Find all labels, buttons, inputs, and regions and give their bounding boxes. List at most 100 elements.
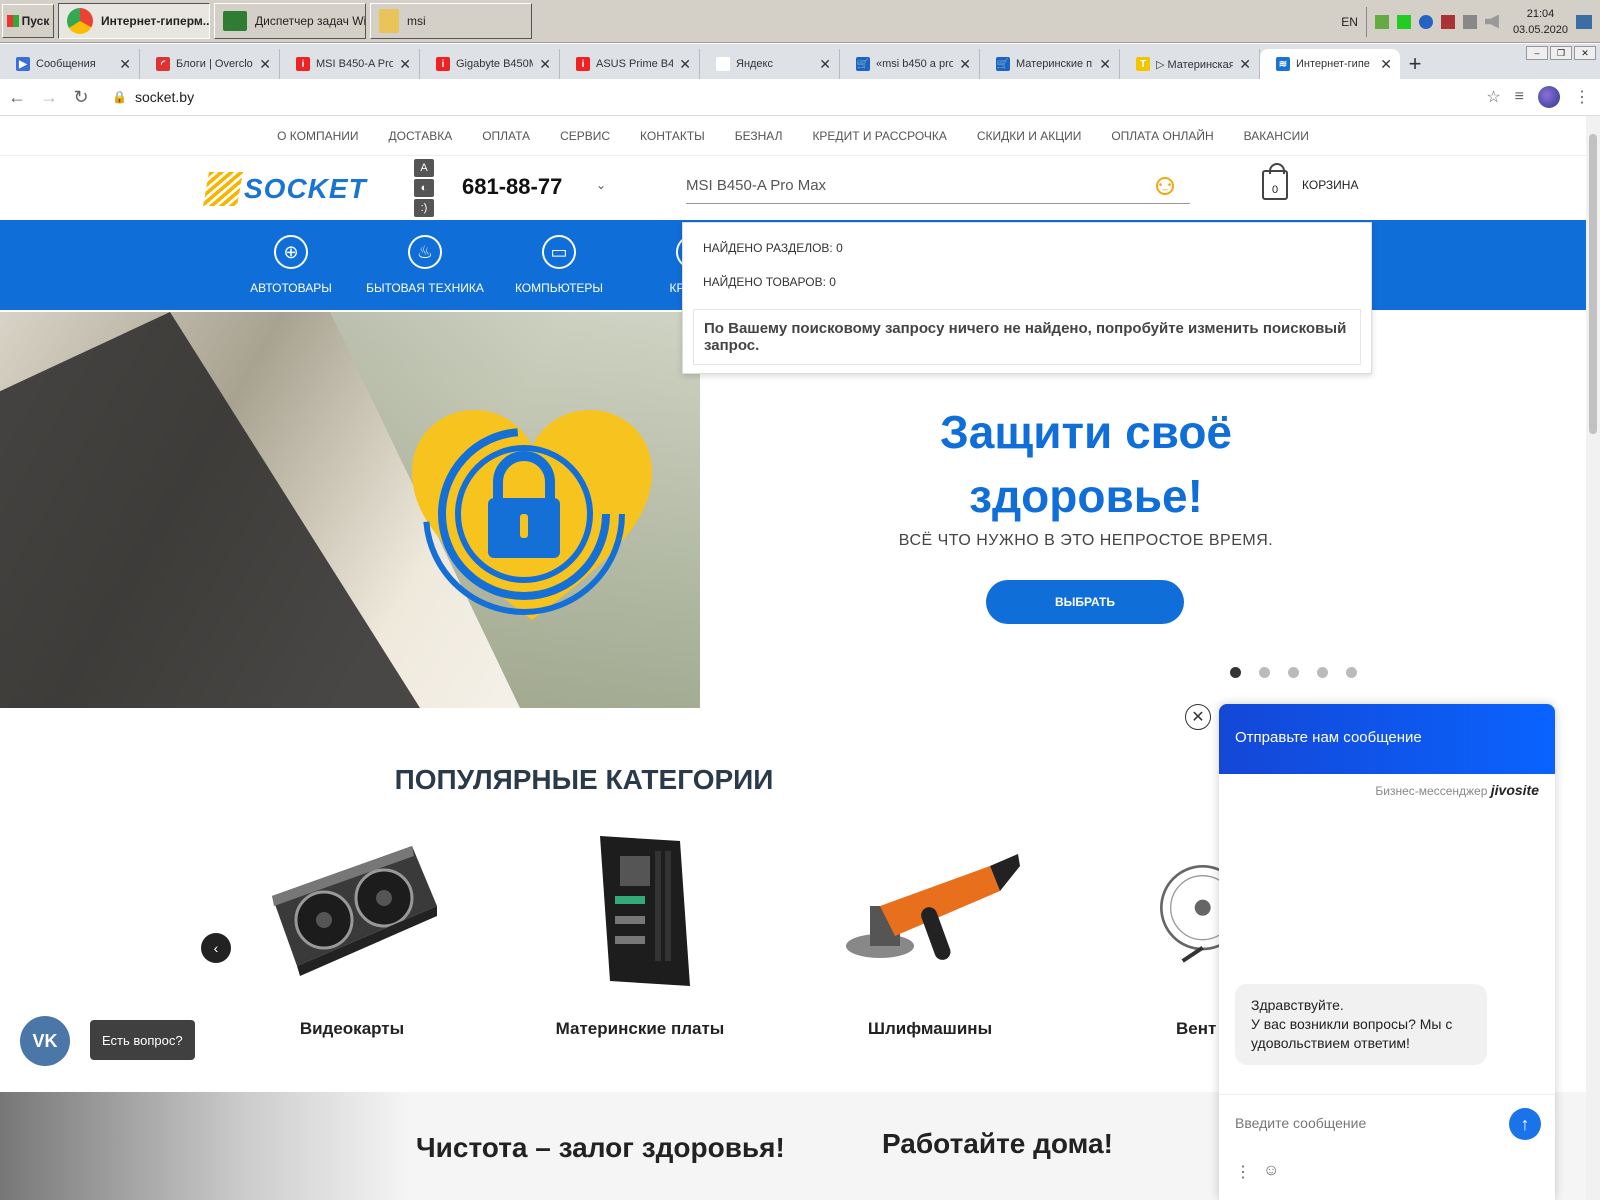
category-nav-item[interactable]: ⊕ АВТОТОВАРЫ	[224, 220, 358, 310]
images-toggle-icon[interactable]: :)	[414, 199, 434, 217]
site-logo[interactable]: SOCKET	[203, 172, 367, 206]
browser-tab[interactable]: 🛒 Материнские п ✕	[980, 49, 1120, 79]
top-menu-link[interactable]: БЕЗНАЛ	[735, 129, 783, 143]
top-menu-link[interactable]: ОПЛАТА ОНЛАЙН	[1111, 129, 1213, 143]
top-menu-link[interactable]: О КОМПАНИИ	[277, 129, 358, 143]
top-menu-link[interactable]: КРЕДИТ И РАССРОЧКА	[812, 129, 946, 143]
tab-close-icon[interactable]: ✕	[819, 56, 831, 73]
top-menu-link[interactable]: ОПЛАТА	[482, 129, 530, 143]
site-header: SOCKET A ◐ :) 681-88-77 ⌄ •_• 0 КОРЗИНА	[0, 156, 1586, 220]
window-controls: – ❐ ✕	[1526, 46, 1596, 60]
taskbar-item-folder[interactable]: msi	[370, 3, 532, 39]
tab-close-icon[interactable]: ✕	[679, 56, 691, 73]
slider-dot[interactable]	[1259, 667, 1270, 678]
slider-dot[interactable]	[1288, 667, 1299, 678]
category-card-gpu[interactable]: Видеокарты	[232, 836, 472, 1039]
show-desktop-icon[interactable]	[1576, 14, 1592, 29]
back-icon[interactable]: ←	[2, 82, 32, 112]
minimize-button[interactable]: –	[1526, 46, 1548, 60]
category-nav-item[interactable]: ♨ БЫТОВАЯ ТЕХНИКА	[358, 220, 492, 310]
profile-avatar[interactable]	[1538, 86, 1560, 108]
vk-icon[interactable]: VK	[20, 1016, 70, 1066]
taskbar-item-chrome[interactable]: Интернет-гиперм...	[58, 3, 210, 39]
emoji-icon[interactable]: ☺	[1263, 1162, 1279, 1182]
page-scrollbar[interactable]	[1586, 116, 1600, 1200]
taskbar-item-task-manager[interactable]: Диспетчер задач Wi...	[214, 3, 366, 39]
no-results-message: По Вашему поисковому запросу ничего не н…	[693, 309, 1361, 365]
tab-close-icon[interactable]: ✕	[1380, 56, 1392, 73]
close-window-button[interactable]: ✕	[1574, 46, 1596, 60]
motherboard-image	[600, 836, 690, 986]
chat-close-button[interactable]: ✕	[1185, 704, 1211, 730]
banner-work-from-home[interactable]: Работайте дома!	[882, 1128, 1113, 1160]
slider-dot[interactable]	[1230, 667, 1241, 678]
contrast-icon[interactable]: ◐	[414, 179, 434, 197]
tab-close-icon[interactable]: ✕	[1239, 56, 1251, 73]
fan-image	[1160, 865, 1220, 963]
send-arrow-icon[interactable]: ↑	[1509, 1108, 1541, 1140]
category-card-motherboards[interactable]: Материнские платы	[520, 836, 760, 1039]
scrollbar-thumb[interactable]	[1589, 134, 1597, 434]
browser-tab[interactable]: i MSI B450-A Pro ✕	[280, 49, 420, 79]
tab-close-icon[interactable]: ✕	[1099, 56, 1111, 73]
tray-app-icon[interactable]	[1374, 14, 1389, 29]
tab-close-icon[interactable]: ✕	[259, 56, 271, 73]
shopping-bag-icon: 0	[1262, 163, 1288, 200]
category-card-grinders[interactable]: Шлифмашины	[810, 836, 1050, 1039]
top-menu-link[interactable]: СКИДКИ И АКЦИИ	[977, 129, 1081, 143]
browser-tab[interactable]: i Gigabyte B450M ✕	[420, 49, 560, 79]
language-indicator[interactable]: EN	[1341, 15, 1358, 29]
chat-brand[interactable]: Бизнес-мессенджер jivosite	[1219, 774, 1555, 806]
slider-dot[interactable]	[1346, 667, 1357, 678]
font-size-icon[interactable]: A	[414, 159, 434, 177]
category-nav-item[interactable]: ▭ КОМПЬЮТЕРЫ	[492, 220, 626, 310]
tray-antivirus-icon[interactable]	[1440, 14, 1455, 29]
lock-icon[interactable]: 🔒	[112, 90, 127, 104]
media-control-icon[interactable]: ≡	[1515, 88, 1524, 106]
reload-icon[interactable]: ↻	[66, 82, 96, 112]
choose-button[interactable]: ВЫБРАТЬ	[986, 580, 1184, 624]
browser-tab[interactable]: Яндекс ✕	[700, 49, 840, 79]
top-menu-link[interactable]: КОНТАКТЫ	[640, 129, 705, 143]
banner-cleanliness[interactable]: Чистота – залог здоровья!	[416, 1132, 785, 1164]
search-input[interactable]	[686, 177, 1156, 194]
browser-tab[interactable]: i ASUS Prime B4 ✕	[560, 49, 700, 79]
slider-dot[interactable]	[1317, 667, 1328, 678]
browser-tab[interactable]: ▶ Сообщения ✕	[0, 49, 140, 79]
chat-message-input[interactable]: Введите сообщение ↑	[1219, 1094, 1555, 1150]
chrome-menu-icon[interactable]: ⋮	[1574, 87, 1590, 107]
top-menu-link[interactable]: СЕРВИС	[560, 129, 610, 143]
address-bar[interactable]: 🔒 socket.by	[104, 82, 1464, 112]
tray-green-icon[interactable]	[1396, 14, 1411, 29]
category-card-fans[interactable]: Вент	[1100, 836, 1220, 1039]
bookmark-star-icon[interactable]: ☆	[1486, 87, 1500, 107]
url-text[interactable]: socket.by	[135, 89, 194, 105]
tab-close-icon[interactable]: ✕	[399, 56, 411, 73]
category-name: Шлифмашины	[867, 1019, 993, 1038]
chat-header[interactable]: Отправьте нам сообщение	[1219, 704, 1555, 774]
tab-close-icon[interactable]: ✕	[959, 56, 971, 73]
clock[interactable]: 21:04 03.05.2020	[1513, 6, 1568, 38]
more-options-icon[interactable]: ⋮	[1235, 1162, 1251, 1182]
tab-close-icon[interactable]: ✕	[119, 56, 131, 73]
forward-icon[interactable]: →	[34, 82, 64, 112]
network-icon[interactable]	[1462, 14, 1477, 29]
top-menu-link[interactable]: ДОСТАВКА	[389, 129, 453, 143]
tab-favicon-icon: i	[296, 57, 310, 71]
tab-close-icon[interactable]: ✕	[539, 56, 551, 73]
maximize-button[interactable]: ❐	[1550, 46, 1572, 60]
browser-tab[interactable]: ≋ Интернет-гипе ✕	[1260, 49, 1400, 79]
phone-number[interactable]: 681-88-77	[462, 174, 562, 200]
chevron-down-icon[interactable]: ⌄	[596, 178, 606, 192]
start-button[interactable]: Пуск	[2, 4, 54, 38]
vk-question-label[interactable]: Есть вопрос?	[90, 1020, 195, 1060]
browser-tab[interactable]: 🛒 «msi b450 a pro ✕	[840, 49, 980, 79]
carousel-prev-button[interactable]: ‹	[201, 933, 231, 963]
browser-tab[interactable]: T ▷ Материнская ✕	[1120, 49, 1260, 79]
bluetooth-icon[interactable]	[1418, 14, 1433, 29]
browser-tab[interactable]: ◜ Блоги | Overclo ✕	[140, 49, 280, 79]
volume-icon[interactable]	[1484, 14, 1499, 29]
new-tab-button[interactable]: +	[1400, 49, 1430, 79]
cart[interactable]: 0 КОРЗИНА	[1262, 163, 1358, 200]
top-menu-link[interactable]: ВАКАНСИИ	[1244, 129, 1309, 143]
